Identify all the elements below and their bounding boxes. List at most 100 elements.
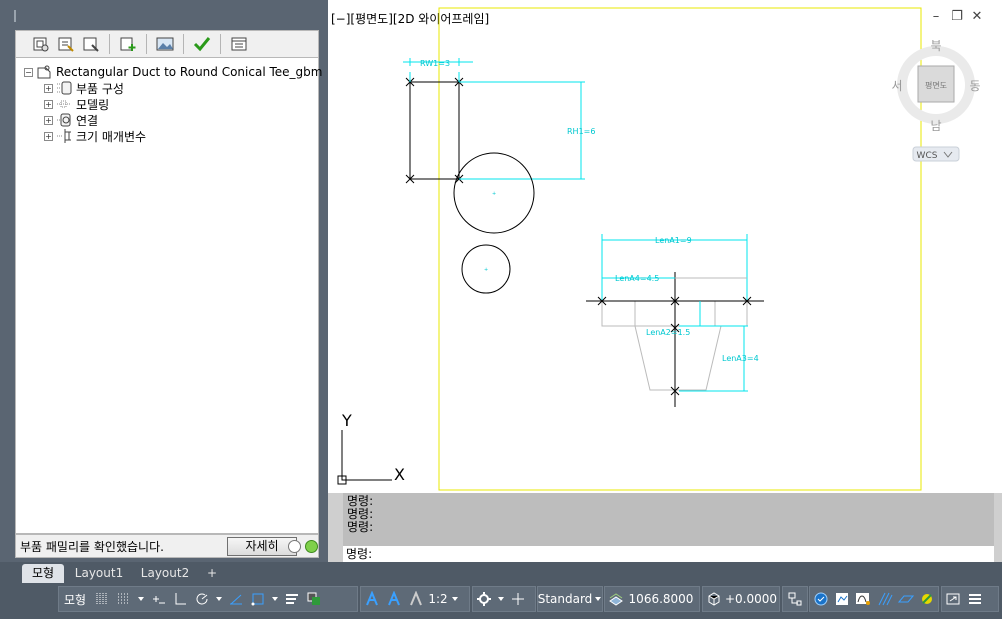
auto-scale-icon[interactable] [383,588,405,610]
workspace-dropdown-chevron-icon[interactable] [498,597,504,601]
properties-icon[interactable] [228,33,250,55]
image-icon[interactable] [154,33,176,55]
style-select[interactable]: Standard [538,587,593,611]
command-scrollbar[interactable] [994,493,1002,562]
part-builder-palette: − Rectangular Duct to Round Conical Tee_… [0,0,328,562]
elevation-value[interactable]: 1066.8000 [627,587,695,611]
status-bar: 모형 1:2 Standard 1066.8000 +0.0000 [0,583,1002,619]
object-snap-icon[interactable] [247,588,269,610]
ucs-y-label: Y [341,411,352,430]
annotation-visibility-icon[interactable] [361,588,383,610]
dim-rh1-text: RH1=6 [567,127,595,136]
wcs-label: WCS [917,151,938,161]
dim-lena2 [680,301,701,327]
polar-dropdown-chevron-icon[interactable] [216,597,222,601]
palette-grip[interactable] [0,0,328,30]
rect-corner-markers [405,77,464,184]
command-input[interactable]: 명령: [343,546,994,562]
osnap-dropdown-chevron-icon[interactable] [272,597,278,601]
offset-box-icon[interactable] [703,588,725,610]
status-indicator-empty [288,540,301,553]
command-history-line: 명령: [347,520,374,534]
offset-value[interactable]: +0.0000 [725,587,777,611]
ortho-icon[interactable] [169,588,191,610]
collapse-toggle[interactable]: − [24,67,33,77]
clean-screen-yellow-icon[interactable] [917,588,938,610]
grid-icon[interactable] [91,588,113,610]
tree-root[interactable]: − Rectangular Duct to Round Conical Tee_… [24,64,322,80]
tab-layout1[interactable]: Layout1 [68,564,130,583]
status-indicator-ok [305,540,318,553]
style-group: Standard [537,586,603,612]
snap-dropdown-chevron-icon[interactable] [138,597,144,601]
transparency-icon[interactable] [303,588,325,610]
snap-icon[interactable] [113,588,135,610]
graphics-performance-icon[interactable] [831,588,852,610]
annotation-scale-value[interactable]: 1:2 [427,587,449,611]
fullscreen-icon[interactable] [942,588,964,610]
plane-icon[interactable] [895,588,916,610]
isodraft-icon[interactable] [225,588,247,610]
add-layout-button[interactable]: + [202,564,222,583]
network-icon[interactable] [783,588,805,610]
rect-duct-outline [409,81,460,180]
expand-toggle[interactable]: + [44,83,53,93]
polar-tracking-icon[interactable] [191,588,213,610]
lineweight-icon[interactable] [281,588,303,610]
hamburger-menu-icon[interactable] [964,588,986,610]
tree-item-connection[interactable]: + 연결 [44,112,98,128]
command-history: 명령: 명령: 명령: [343,493,994,546]
add-icon[interactable] [117,33,139,55]
viewcube-south[interactable]: 남 [930,119,941,133]
dim-rw1-text: RW1=3 [420,59,450,68]
cone-axis-lines [586,272,764,407]
tree-item-modeling[interactable]: + 모델링 [44,96,109,112]
toolbar-separator [109,34,110,54]
tree-item-size-params[interactable]: + 크기 매개변수 [44,128,146,144]
tab-layout2[interactable]: Layout2 [134,564,196,583]
connection-icon [55,112,73,128]
expand-toggle[interactable]: + [44,131,53,141]
ucs-icon [337,430,392,485]
viewcube-west[interactable]: 서 [891,79,902,93]
viewcube-face-label: 평면도 [925,80,947,90]
dim-lena1-text: LenA1=9 [655,236,692,245]
tree-item-label: 부품 구성 [76,81,124,96]
elevation-icon[interactable] [605,588,627,610]
expand-toggle[interactable]: + [44,99,53,109]
grip-mark[interactable] [14,10,16,22]
annotation-scale-icon[interactable] [405,588,427,610]
tree-item-label: 모델링 [76,97,110,112]
hatch-icon[interactable] [874,588,895,610]
check-icon[interactable] [191,33,213,55]
workspace-gear-icon[interactable] [473,588,495,610]
offset-group: +0.0000 [702,586,780,612]
annotation-group: 1:2 [360,586,470,612]
viewcube-east[interactable]: 동 [969,79,980,93]
command-grip[interactable] [328,493,343,562]
style-dropdown-chevron-icon[interactable] [595,597,601,601]
center-mark: + [492,191,496,197]
details-button[interactable]: 자세히 [227,537,297,556]
open-part-icon[interactable] [55,33,77,55]
monitor-chart-icon[interactable] [853,588,874,610]
elevation-group: 1066.8000 [604,586,700,612]
tab-model[interactable]: 모형 [22,564,64,583]
tree-item-part-config[interactable]: + 부품 구성 [44,80,124,96]
scale-dropdown-chevron-icon[interactable] [452,597,458,601]
save-part-icon[interactable] [80,33,102,55]
civil-tools-group [809,586,939,612]
drawing-canvas[interactable]: [−][평면도][2D 와이어프레임] – ❐ ✕ RW1=3 RH1=6 + [328,0,1002,493]
toolbar-separator [220,34,221,54]
isolate-objects-icon[interactable] [810,588,831,610]
plus-icon[interactable] [507,588,529,610]
tree-item-label: 크기 매개변수 [76,129,147,144]
part-family-icon [35,64,53,80]
new-part-icon[interactable] [30,33,52,55]
dim-lena3-text: LenA3=4 [722,354,759,363]
expand-toggle[interactable]: + [44,115,53,125]
validation-status-text: 부품 패밀리를 확인했습니다. [20,539,164,554]
viewcube-north[interactable]: 북 [930,39,941,53]
infer-constraints-icon[interactable] [147,588,169,610]
model-space-button[interactable]: 모형 [59,587,91,611]
